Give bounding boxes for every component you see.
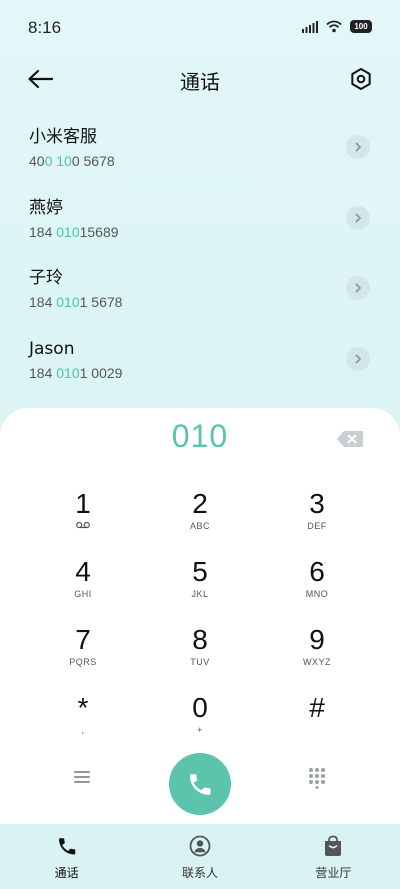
bottom-nav: 通话 联系人 营业厅 (0, 824, 400, 889)
key-digit: 5 (192, 556, 208, 587)
key-3[interactable]: 3 DEF (267, 488, 367, 548)
contact-item[interactable]: 小米客服 400 100 5678 (0, 116, 400, 187)
key-9[interactable]: 9 WXYZ (267, 624, 367, 684)
number-part: 184 (29, 364, 57, 381)
menu-button[interactable] (72, 769, 94, 787)
contact-detail-button[interactable] (346, 276, 370, 300)
number-part: 1 5678 (79, 294, 123, 310)
contact-item[interactable]: Jason 184 0101 0029 (0, 328, 400, 399)
number-part: 1 0029 (79, 364, 123, 381)
status-bar: 8:16 100 (0, 0, 400, 56)
dialpad-grid-icon (309, 768, 325, 789)
key-letters: DEF (307, 521, 327, 531)
key-8[interactable]: 8 TUV (150, 624, 250, 684)
contact-number: 184 0101 5678 (29, 293, 400, 311)
contact-number: 184 01015689 (29, 223, 400, 241)
contact-list: 小米客服 400 100 5678 燕婷 184 01015689 子玲 184… (0, 116, 400, 398)
key-digit: 6 (309, 556, 325, 587)
chevron-right-icon (355, 142, 361, 152)
number-part: 184 (29, 223, 57, 240)
contact-item[interactable]: 燕婷 184 01015689 (0, 187, 400, 258)
dialpad-panel: 010 1 2 ABC 3 DEF 4 GHI 5 JKL 6 MNO 7 PQ… (0, 408, 400, 824)
page-title: 通话 (180, 70, 220, 94)
settings-button[interactable] (346, 64, 376, 94)
nav-label: 通话 (54, 866, 79, 880)
key-digit: 1 (75, 488, 91, 519)
menu-icon (74, 771, 90, 783)
key-letters: JKL (191, 589, 209, 599)
signal-icon (302, 20, 318, 33)
dialpad-actions (0, 753, 400, 817)
key-letters: WXYZ (303, 657, 331, 667)
key-digit: 7 (75, 624, 91, 655)
key-letters: MNO (305, 589, 329, 599)
phone-icon (58, 838, 75, 855)
contact-number: 184 0101 0029 (29, 364, 400, 382)
key-letters: ABC (189, 521, 210, 531)
nav-label: 联系人 (181, 866, 218, 880)
key-letters: + (197, 725, 203, 735)
key-letters: TUV (190, 657, 210, 667)
key-0[interactable]: 0 + (150, 692, 250, 752)
key-7[interactable]: 7 PQRS (33, 624, 133, 684)
battery-icon: 100 (350, 20, 372, 33)
key-hash[interactable]: # (267, 692, 367, 752)
status-time: 8:16 (28, 18, 62, 37)
nav-label: 营业厅 (315, 866, 352, 880)
contact-icon (189, 835, 211, 857)
hide-dialpad-button[interactable] (308, 767, 326, 789)
chevron-right-icon (355, 213, 361, 222)
contact-detail-button[interactable] (346, 346, 370, 371)
contact-item[interactable]: 子玲 184 0101 5678 (0, 257, 400, 328)
key-1[interactable]: 1 (33, 488, 133, 548)
chevron-right-icon (355, 354, 361, 363)
key-letters: GHI (74, 589, 92, 599)
key-digit: * (77, 692, 89, 723)
status-icons: 100 (302, 20, 372, 33)
wifi-icon (326, 20, 342, 33)
header: 通话 (0, 56, 400, 102)
key-digit: 3 (309, 488, 325, 519)
key-letters: PQRS (69, 657, 97, 667)
contact-detail-button[interactable] (346, 205, 370, 230)
call-button[interactable] (169, 753, 231, 815)
number-match: 010 (56, 223, 80, 240)
nav-tab-store[interactable]: 营业厅 (267, 824, 400, 889)
contact-name: Jason (29, 338, 75, 359)
number-part: 184 (29, 294, 57, 310)
key-digit: 8 (192, 624, 208, 655)
backspace-icon (337, 431, 363, 447)
key-digit: 9 (309, 624, 325, 655)
key-5[interactable]: 5 JKL (150, 556, 250, 616)
key-6[interactable]: 6 MNO (267, 556, 367, 616)
contact-name: 小米客服 (29, 127, 97, 147)
key-2[interactable]: 2 ABC (150, 488, 250, 548)
key-digit: 2 (192, 488, 208, 519)
backspace-button[interactable] (336, 430, 364, 448)
voicemail-icon (33, 520, 133, 532)
contact-number: 400 100 5678 (29, 152, 400, 170)
key-digit: 0 (192, 692, 208, 723)
key-letters: , (81, 725, 85, 735)
phone-icon (189, 774, 211, 795)
contact-name: 燕婷 (29, 197, 63, 218)
key-digit: 4 (75, 556, 91, 587)
nav-tab-calls[interactable]: 通话 (0, 824, 133, 889)
number-part: 0 5678 (71, 153, 115, 169)
number-match: 010 (56, 294, 80, 310)
gear-icon (351, 68, 371, 90)
number-match: 10 (56, 153, 72, 169)
number-part: 40 (29, 153, 45, 169)
number-match: 010 (56, 364, 80, 381)
store-bag-icon (325, 835, 342, 856)
contact-name: 子玲 (29, 268, 63, 288)
chevron-right-icon (355, 283, 361, 293)
nav-tab-contacts[interactable]: 联系人 (133, 824, 266, 889)
key-digit: # (309, 692, 325, 723)
number-part: 15689 (79, 223, 119, 240)
key-star[interactable]: * , (33, 692, 133, 752)
contact-detail-button[interactable] (346, 135, 370, 159)
key-4[interactable]: 4 GHI (33, 556, 133, 616)
